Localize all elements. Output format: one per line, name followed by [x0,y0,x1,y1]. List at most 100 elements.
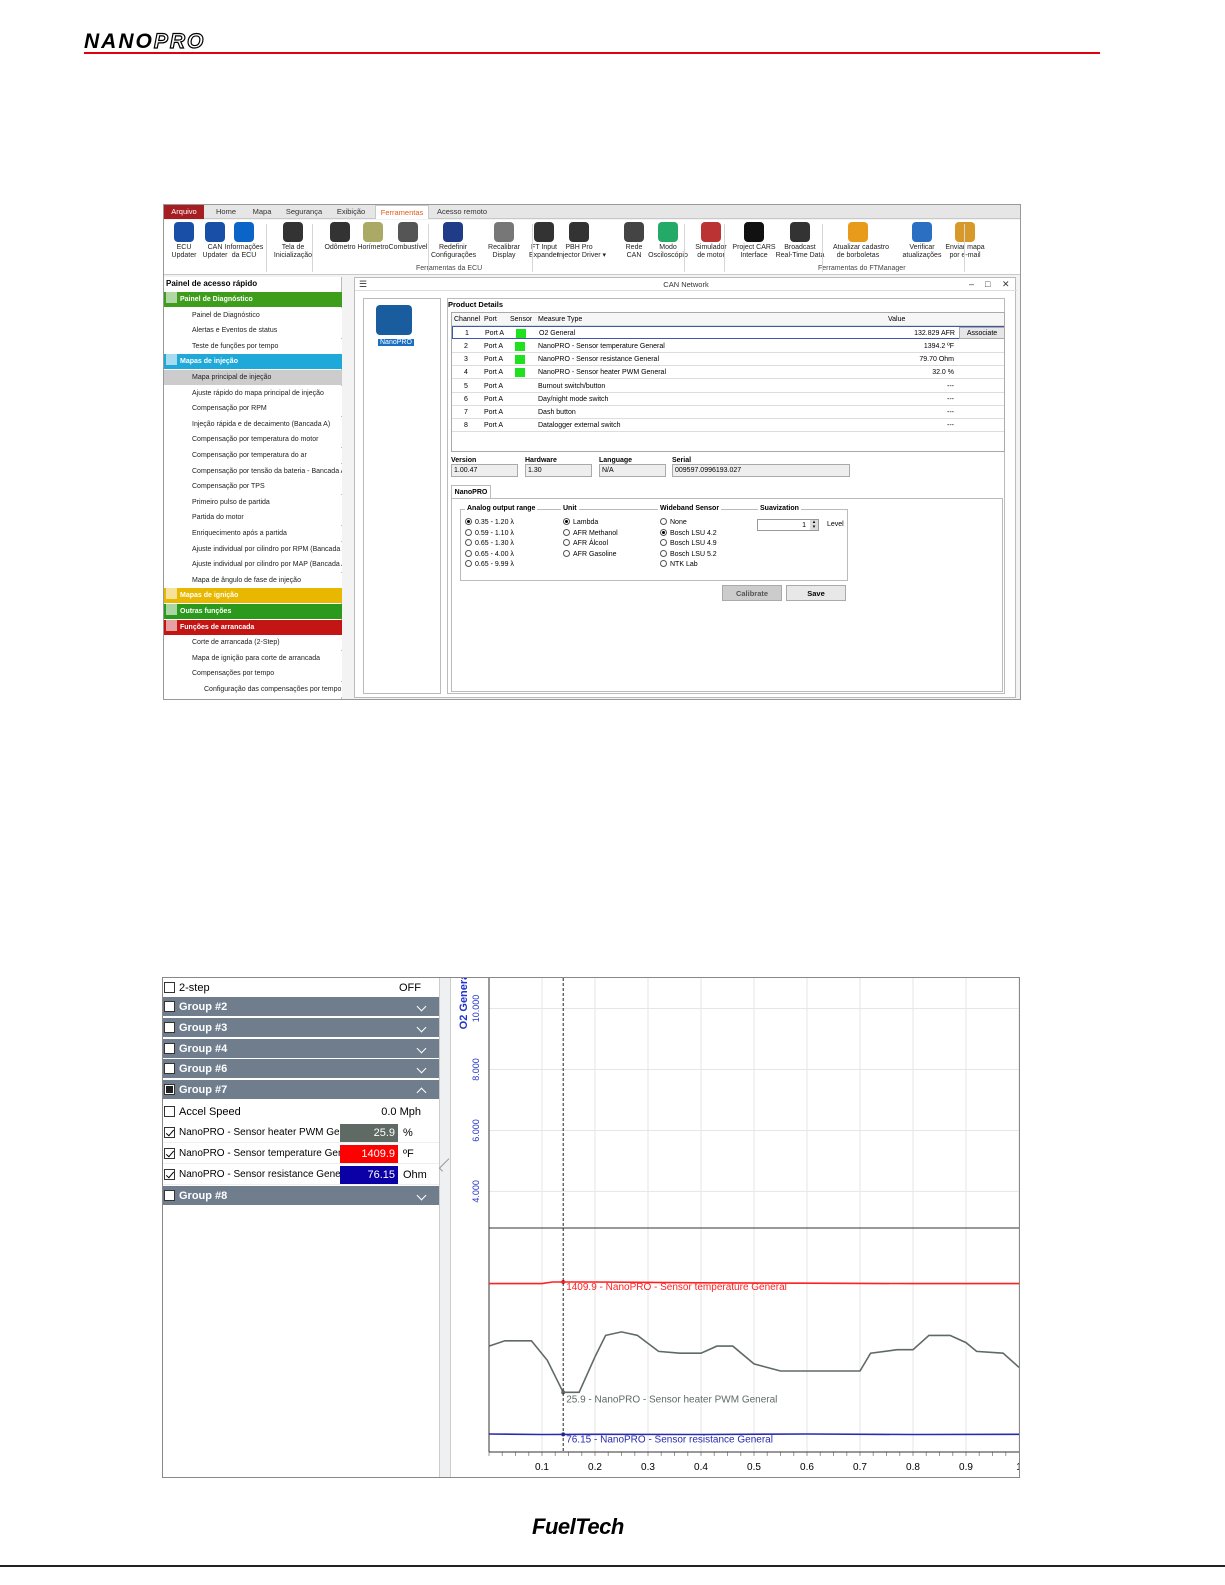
radio-icon[interactable] [563,539,570,546]
ribbon-button-8[interactable]: Recalibrar Display [482,222,526,260]
checkbox[interactable] [164,1169,175,1180]
radio-icon[interactable] [660,539,667,546]
group-header[interactable]: Group #7 [163,1080,439,1100]
quick-category[interactable]: Mapas de ignição [164,588,342,604]
checkbox[interactable] [164,1127,175,1138]
quick-category[interactable]: Outras funções [164,604,342,619]
radio-icon[interactable] [660,549,667,557]
wb-option[interactable]: None [660,518,687,528]
quick-item[interactable]: Teste de funções por tempo [164,338,342,354]
table-row[interactable]: 7 Port A Dash button --- [452,406,1004,420]
radio-icon[interactable] [563,528,570,536]
table-row[interactable]: 3 Port A NanoPRO - Sensor resistance Gener… [452,353,1004,366]
quick-item[interactable]: Compensação por temperatura do ar [164,448,342,463]
group-header[interactable]: Group #4 [163,1039,439,1059]
quick-item[interactable]: Configuração das compensações por tempo [164,682,342,697]
quick-item[interactable]: Injeção rápida e de decaimento (Bancada … [164,416,342,432]
analog-option[interactable]: 0.65 - 9.99 λ [465,560,514,570]
tab-4[interactable]: Exibição [332,205,370,219]
chevron-down-icon[interactable] [416,1001,427,1012]
quick-item[interactable]: Compensações por tempo [164,666,342,682]
calibrate-button[interactable]: Calibrate [722,585,782,601]
channel-row[interactable]: Accel Speed 0.0 Mph [163,1102,439,1122]
maximize-icon[interactable]: □ [985,278,990,291]
wb-option[interactable]: Bosch LSU 4.2 [660,528,717,539]
ribbon-button-3[interactable]: Tela de Inicialização [271,222,315,260]
tab-0[interactable]: Arquivo [164,205,204,219]
ribbon-button-6[interactable]: Combustível [386,222,430,252]
radio-icon[interactable] [660,518,667,525]
ribbon-button-13[interactable]: Simulador de motor [689,222,733,260]
quick-category[interactable]: Funções de arrancada [164,619,342,635]
unit-option[interactable]: AFR Álcool [563,539,608,549]
analog-option[interactable]: 0.35 - 1.20 λ [465,518,514,528]
quick-item[interactable]: Mapa de ângulo de fase de injeção [164,572,342,588]
checkbox[interactable] [164,1022,175,1033]
quick-item[interactable]: Ajuste rápido do mapa principal de injeç… [164,385,342,401]
ribbon-button-15[interactable]: Broadcast Real-Time Data [775,222,825,260]
checkbox[interactable] [164,1063,175,1074]
quick-item[interactable]: Compensação por RPM [164,401,342,417]
wb-option[interactable]: NTK Lab [660,560,698,570]
close-icon[interactable]: ✕ [1002,278,1010,291]
tab-5[interactable]: Ferramentas [375,205,429,219]
quick-item[interactable]: Primeiro pulso de partida [164,494,342,510]
ribbon-button-18[interactable]: Enviar mapa por e-mail [940,222,990,260]
menu-icon[interactable]: ☰ [359,278,367,291]
table-row[interactable]: 4 Port A NanoPRO - Sensor heater PWM Gener… [452,366,1004,380]
chevron-down-icon[interactable] [416,1022,427,1033]
table-row[interactable]: 6 Port A Day/night mode switch --- [452,393,1004,406]
quick-item[interactable]: Mapa de ignição para corte de arrancada [164,650,342,666]
unit-option[interactable]: AFR Methanol [563,528,618,539]
channel-row[interactable]: NanoPRO - Sensor resistance General 76.15… [163,1165,439,1185]
quick-item[interactable]: Ajuste individual por cilindro por MAP (… [164,557,342,573]
chevron-down-icon[interactable] [416,1043,427,1054]
radio-icon[interactable] [465,518,472,525]
device-label[interactable]: NanoPRO [378,339,414,346]
channel-row[interactable]: NanoPRO - Sensor heater PWM General 25.9% [163,1123,439,1143]
quick-item[interactable]: Compensação por tensão da bateria - Banc… [164,463,342,479]
associate-button[interactable]: Associate [959,327,1005,340]
quick-item[interactable]: Ajuste individual por cilindro por RPM (… [164,541,342,557]
table-row[interactable]: 8 Port A Datalogger external switch --- [452,419,1004,433]
radio-icon[interactable] [465,539,472,546]
checkbox[interactable] [164,1043,175,1054]
tab-6[interactable]: Acesso remoto [432,205,492,219]
quick-item[interactable]: Alertas e Eventos de status [164,323,342,339]
checkbox[interactable] [164,1084,175,1095]
unit-option[interactable]: Lambda [563,518,598,528]
table-row[interactable]: 1 Port A O2 General 132.829 AFR Associate [452,326,1005,340]
chevron-up-icon[interactable] [416,1087,427,1098]
quick-item[interactable]: Compensação por temperatura do motor [164,432,342,448]
channel-row[interactable]: 2-step OFF [163,978,439,998]
stepper-icon[interactable]: ▴ ▾ [810,520,818,530]
checkbox[interactable] [164,982,175,993]
ribbon-button-2[interactable]: Informações da ECU [222,222,266,260]
radio-icon[interactable] [660,528,667,536]
quick-category[interactable]: Mapas de injeção [164,354,342,370]
quick-item[interactable]: Corte de arrancada (2-Step) [164,635,342,651]
group-header[interactable]: Group #2 [163,997,439,1017]
group-header[interactable]: Group #8 [163,1186,439,1206]
wb-option[interactable]: Bosch LSU 5.2 [660,549,717,560]
unit-option[interactable]: AFR Gasoline [563,549,617,560]
analog-option[interactable]: 0.65 - 4.00 λ [465,549,514,560]
radio-icon[interactable] [563,518,570,525]
table-row[interactable]: 2 Port A NanoPRO - Sensor temperature Gene… [452,340,1004,353]
save-button[interactable]: Save [786,585,846,601]
tab-2[interactable]: Mapa [247,205,277,219]
ribbon-button-7[interactable]: Redefinir Configurações [431,222,476,260]
tab-nanopro[interactable]: NanoPRO [451,485,491,498]
datalog-chart[interactable]: 0.1 0.2 0.3 0.4 0.5 0.6 0.7 0.8 0.9 1 10.000 8.000 6… [451,978,1019,1477]
tab-3[interactable]: Segurança [281,205,327,219]
quick-item[interactable]: Enriquecimento após a partida [164,526,342,541]
checkbox[interactable] [164,1190,175,1201]
analog-option[interactable]: 0.65 - 1.30 λ [465,539,514,549]
quick-category[interactable]: Painel de Diagnóstico [164,292,342,307]
tab-1[interactable]: Home [209,205,243,219]
chevron-down-icon[interactable] [416,1190,427,1201]
analog-option[interactable]: 0.59 - 1.10 λ [465,528,514,539]
ribbon-button-10[interactable]: PBH Pro Injector Driver ▾ [557,222,606,260]
radio-icon[interactable] [660,560,667,567]
group-header[interactable]: Group #3 [163,1018,439,1038]
